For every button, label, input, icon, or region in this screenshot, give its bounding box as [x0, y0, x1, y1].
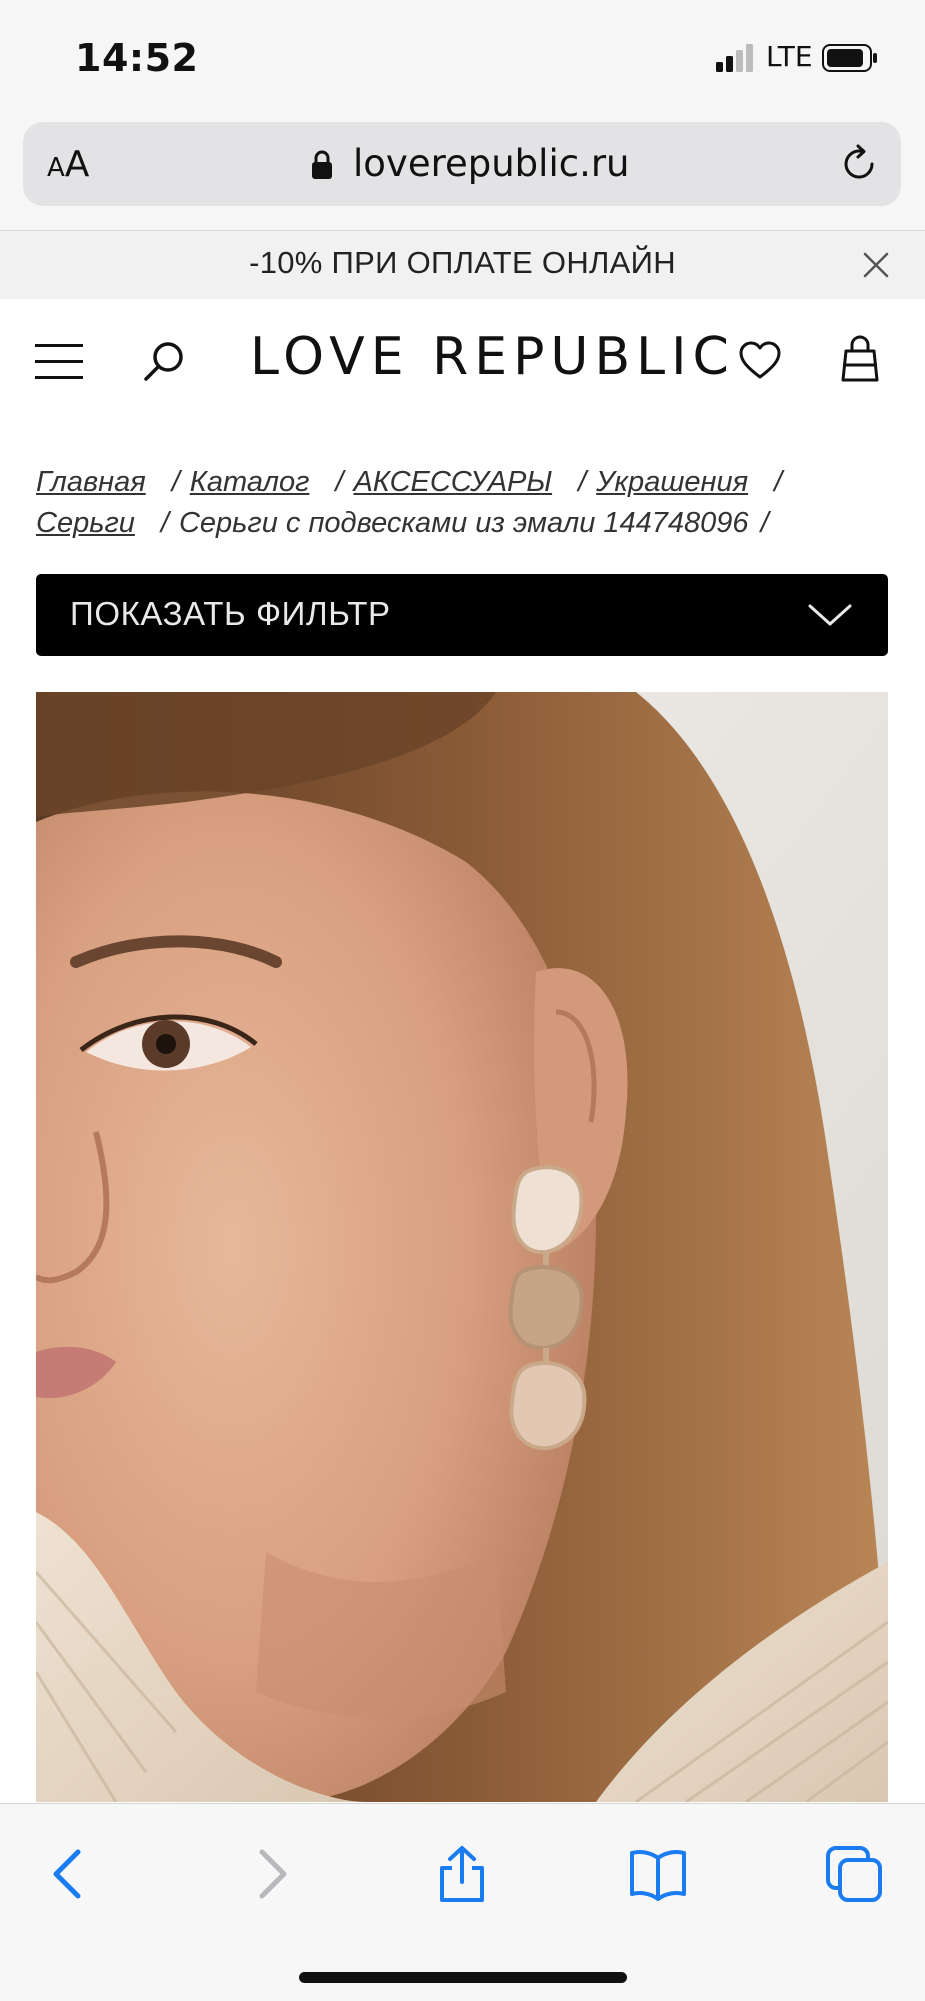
network-label: LTE [766, 40, 813, 73]
text-size-small-label: A [47, 153, 65, 183]
signal-icon [716, 44, 753, 72]
breadcrumb: Главная / Каталог / АКСЕССУАРЫ / Украшения / Сер… [36, 462, 896, 544]
search-icon[interactable] [140, 337, 188, 385]
status-bar: 14:52 LTE [0, 0, 925, 115]
share-icon[interactable] [432, 1844, 492, 1904]
breadcrumb-separator: / [578, 466, 587, 498]
close-icon[interactable] [862, 251, 890, 279]
show-filter-button[interactable]: ПОКАЗАТЬ ФИЛЬТР [36, 574, 888, 656]
breadcrumb-separator: / [774, 466, 783, 498]
breadcrumb-separator: / [171, 466, 180, 498]
brand-logo[interactable]: LOVE REPUBLIC [250, 327, 735, 387]
heart-icon[interactable] [738, 339, 782, 383]
breadcrumb-separator: / [760, 507, 769, 539]
browser-address-area: AA loverepublic.ru [0, 115, 925, 231]
earring [508, 1165, 587, 1451]
bag-icon[interactable] [840, 335, 880, 383]
breadcrumb-accessories[interactable]: АКСЕССУАРЫ [353, 466, 552, 498]
battery-icon [822, 44, 877, 72]
breadcrumb-earrings[interactable]: Серьги [36, 507, 135, 539]
browser-toolbar [0, 1803, 925, 2001]
product-photo-illustration [36, 692, 888, 1802]
lock-icon [312, 150, 332, 179]
status-time: 14:52 [75, 36, 199, 80]
breadcrumb-home[interactable]: Главная [36, 466, 146, 498]
promo-text: -10% ПРИ ОПЛАТЕ ОНЛАЙН [249, 245, 676, 280]
home-indicator [299, 1972, 627, 1983]
tabs-icon[interactable] [824, 1844, 884, 1904]
bookmarks-icon[interactable] [628, 1844, 688, 1904]
back-icon[interactable] [40, 1844, 100, 1904]
breadcrumb-catalog[interactable]: Каталог [190, 466, 310, 498]
reload-icon[interactable] [839, 144, 879, 184]
chevron-down-icon [808, 604, 852, 626]
forward-icon[interactable] [240, 1844, 300, 1904]
site-header: LOVE REPUBLIC [0, 299, 925, 429]
product-photo[interactable] [36, 692, 888, 1802]
breadcrumb-current: Серьги с подвесками из эмали 144748096 [178, 507, 749, 539]
menu-icon[interactable] [35, 342, 83, 382]
url-domain[interactable]: loverepublic.ru [353, 142, 630, 185]
breadcrumb-separator: / [160, 507, 169, 539]
address-bar[interactable]: AA loverepublic.ru [23, 122, 901, 206]
text-size-button[interactable]: AA [47, 144, 89, 185]
filter-label: ПОКАЗАТЬ ФИЛЬТР [70, 595, 391, 632]
breadcrumb-separator: / [335, 466, 344, 498]
breadcrumb-jewelry[interactable]: Украшения [596, 466, 748, 498]
promo-banner: -10% ПРИ ОПЛАТЕ ОНЛАЙН [0, 231, 925, 299]
text-size-large-label: A [64, 144, 90, 185]
